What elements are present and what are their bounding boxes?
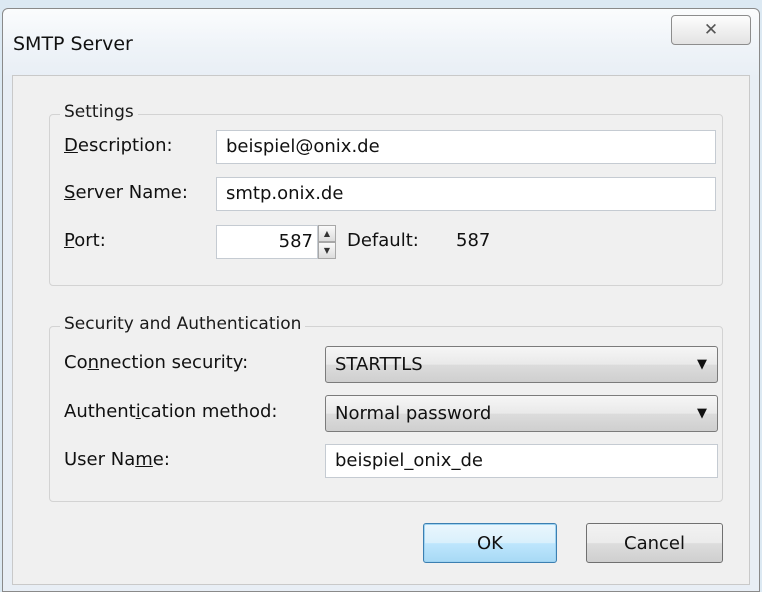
port-label: Port: bbox=[64, 230, 106, 251]
triangle-up-icon: ▲ bbox=[323, 229, 331, 238]
default-port-value: 587 bbox=[456, 230, 491, 251]
auth-method-value: Normal password bbox=[335, 403, 492, 424]
smtp-server-dialog: SMTP Server ✕ Settings Description: beis… bbox=[2, 8, 760, 592]
chevron-down-icon: ▼ bbox=[697, 406, 707, 421]
close-button[interactable]: ✕ bbox=[671, 15, 751, 45]
username-field[interactable]: beispiel_onix_de bbox=[325, 444, 718, 478]
connection-security-label: Connection security: bbox=[64, 352, 249, 373]
spin-up-button[interactable]: ▲ bbox=[318, 225, 336, 242]
port-field[interactable]: 587 bbox=[216, 225, 318, 259]
spin-down-button[interactable]: ▼ bbox=[318, 242, 336, 259]
auth-method-label: Authentication method: bbox=[64, 401, 278, 422]
dialog-title: SMTP Server bbox=[13, 33, 133, 55]
description-field[interactable]: beispiel@onix.de bbox=[216, 130, 716, 164]
auth-method-select[interactable]: Normal password ▼ bbox=[325, 395, 718, 432]
username-label: User Name: bbox=[64, 449, 170, 470]
connection-security-select[interactable]: STARTTLS ▼ bbox=[325, 346, 718, 383]
default-port-label: Default: bbox=[347, 230, 419, 251]
triangle-down-icon: ▼ bbox=[323, 246, 331, 255]
settings-legend: Settings bbox=[60, 102, 138, 122]
server-name-field[interactable]: smtp.onix.de bbox=[216, 177, 716, 211]
port-stepper[interactable]: ▲ ▼ bbox=[318, 225, 336, 259]
security-legend: Security and Authentication bbox=[60, 314, 306, 334]
close-icon: ✕ bbox=[703, 20, 719, 40]
server-name-label: Server Name: bbox=[64, 182, 188, 203]
connection-security-value: STARTTLS bbox=[335, 354, 423, 375]
security-group: Security and Authentication Connection s… bbox=[49, 314, 723, 502]
dialog-body: Settings Description: beispiel@onix.de S… bbox=[12, 75, 750, 585]
ok-button[interactable]: OK bbox=[423, 523, 557, 563]
description-label: Description: bbox=[64, 135, 173, 156]
settings-group: Settings Description: beispiel@onix.de S… bbox=[49, 102, 723, 286]
cancel-button[interactable]: Cancel bbox=[586, 523, 723, 563]
chevron-down-icon: ▼ bbox=[697, 357, 707, 372]
